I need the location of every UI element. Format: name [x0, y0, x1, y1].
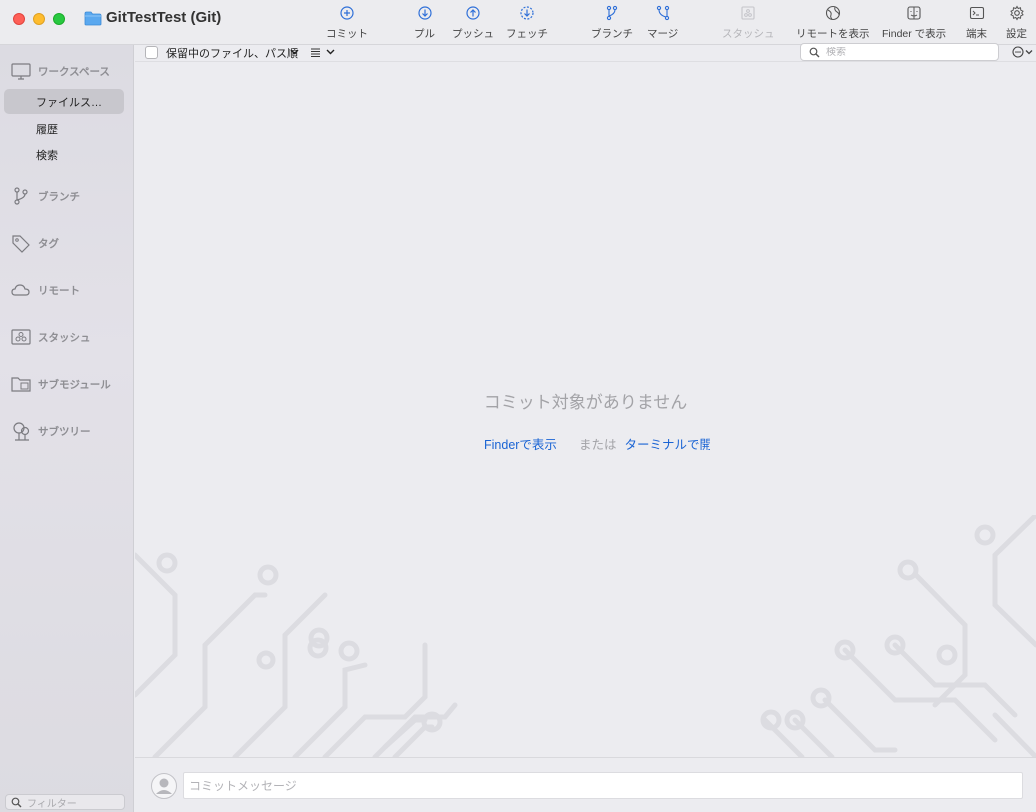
push-button[interactable]: プッシュ [452, 4, 494, 42]
merge-icon [656, 5, 669, 21]
sidebar-filter[interactable]: フィルター [5, 794, 125, 810]
sidebar-section-remotes[interactable]: リモート [10, 278, 80, 302]
toolbar: GitTestTest (Git) コミット プル プッシュ フェッチ ブランチ… [0, 0, 1036, 45]
sidebar-item-file-status[interactable]: ファイルス… [4, 89, 124, 114]
branch-button[interactable]: ブランチ [591, 4, 633, 42]
more-options-icon[interactable] [1011, 45, 1035, 59]
chevron-down-icon[interactable] [326, 48, 335, 56]
commit-button[interactable]: コミット [326, 4, 368, 42]
chevron-down-icon[interactable] [290, 48, 299, 56]
fetch-button[interactable]: フェッチ [506, 4, 548, 42]
search-icon [809, 47, 820, 57]
window-title: GitTestTest (Git) [106, 9, 222, 26]
open-terminal-link[interactable]: ターミナルで開く [624, 438, 710, 452]
folder-icon [84, 11, 102, 26]
sidebar-section-workspace[interactable]: ワークスペース [10, 59, 110, 83]
settings-button[interactable]: 設定 [1006, 4, 1027, 42]
push-icon [466, 6, 480, 20]
branch-icon [606, 5, 618, 21]
globe-icon [825, 5, 840, 21]
search-input[interactable] [826, 46, 996, 58]
sidebar-section-stashes[interactable]: スタッシュ [10, 325, 91, 349]
sidebar-section-tags[interactable]: タグ [10, 231, 59, 255]
sidebar-section-subtrees[interactable]: サブツリー [10, 419, 91, 443]
sidebar-section-submodules[interactable]: サブモジュール [10, 372, 111, 396]
branch-icon [14, 187, 28, 205]
close-window-button[interactable] [13, 13, 25, 25]
select-all-checkbox[interactable] [145, 46, 158, 59]
sidebar-item-search[interactable]: 検索 [4, 142, 124, 167]
monitor-icon [11, 63, 31, 80]
search-field[interactable] [800, 43, 999, 61]
empty-state-links: Finderで表示 またはターミナルで開く [484, 434, 710, 453]
merge-button[interactable]: マージ [647, 4, 678, 42]
submodule-icon [11, 377, 31, 392]
tag-icon [12, 235, 30, 253]
circuit-background [135, 515, 1036, 757]
gear-icon [1009, 5, 1024, 21]
stash-icon [741, 6, 755, 20]
pull-button[interactable]: プル [414, 4, 435, 42]
sidebar-item-history[interactable]: 履歴 [4, 116, 124, 141]
avatar [151, 773, 177, 799]
commit-icon [340, 6, 354, 20]
sort-dropdown[interactable]: 保留中のファイル、パス順 [166, 45, 298, 61]
zoom-window-button[interactable] [53, 13, 65, 25]
fetch-icon [520, 6, 534, 20]
terminal-button[interactable]: 端末 [966, 4, 987, 42]
sidebar-section-branches[interactable]: ブランチ [10, 184, 80, 208]
terminal-icon [969, 6, 984, 20]
filter-placeholder: フィルター [27, 798, 77, 810]
search-icon [11, 797, 22, 807]
stash-button[interactable]: スタッシュ [722, 4, 775, 42]
tree-icon [13, 422, 30, 441]
cloud-icon [11, 284, 30, 296]
minimize-window-button[interactable] [33, 13, 45, 25]
commit-message-input[interactable] [183, 772, 1023, 799]
show-in-finder-button[interactable]: Finder で表示 [882, 4, 946, 42]
finder-icon [907, 6, 921, 20]
show-remote-button[interactable]: リモートを表示 [796, 4, 870, 42]
pull-icon [417, 6, 432, 20]
stash-icon [11, 329, 31, 345]
or-text: または [578, 438, 617, 452]
empty-state-title: コミット対象がありません [483, 393, 688, 412]
list-view-icon[interactable] [310, 47, 321, 58]
show-in-finder-link[interactable]: Finderで表示 [484, 438, 557, 452]
